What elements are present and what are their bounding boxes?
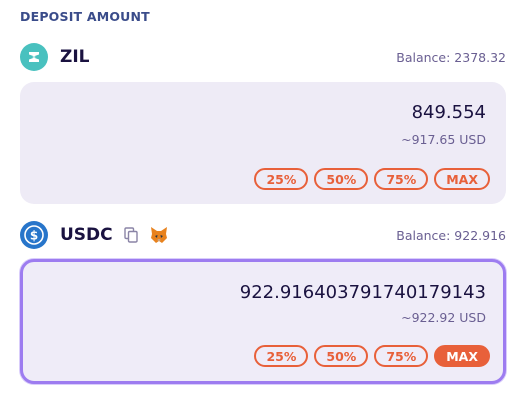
token-b-symbol: USDC	[60, 225, 113, 245]
svg-text:$: $	[30, 229, 38, 243]
token-a-amount-box[interactable]: 849.554 ~917.65 USD 25% 50% 75% MAX	[20, 82, 506, 204]
token-a-75-button[interactable]: 75%	[374, 168, 429, 190]
token-b-max-button[interactable]: MAX	[434, 345, 490, 367]
token-a-percent-buttons: 25% 50% 75% MAX	[254, 168, 490, 190]
token-a-header: ZIL Balance: 2378.32	[20, 42, 506, 72]
token-b-amount-input[interactable]: 922.916403791740179143	[240, 282, 486, 303]
usdc-icon: $	[20, 221, 48, 249]
token-b-50-button[interactable]: 50%	[314, 345, 369, 367]
zil-icon	[20, 43, 48, 71]
token-b-amount-box[interactable]: 922.916403791740179143 ~922.92 USD 25% 5…	[20, 259, 506, 384]
token-a-25-button[interactable]: 25%	[254, 168, 309, 190]
metamask-fox-icon[interactable]	[149, 226, 169, 244]
copy-icon[interactable]	[123, 226, 139, 244]
token-a-amount-input[interactable]: 849.554	[412, 102, 486, 123]
token-b-header: $ USDC Balance: 922.916	[20, 220, 506, 250]
token-b-percent-buttons: 25% 50% 75% MAX	[254, 345, 490, 367]
token-b-75-button[interactable]: 75%	[374, 345, 429, 367]
token-b-25-button[interactable]: 25%	[254, 345, 309, 367]
token-a-max-button[interactable]: MAX	[434, 168, 490, 190]
deposit-amount-title: DEPOSIT AMOUNT	[20, 9, 150, 24]
token-a-50-button[interactable]: 50%	[314, 168, 369, 190]
token-a-balance: Balance: 2378.32	[396, 49, 506, 65]
token-b-balance: Balance: 922.916	[396, 227, 506, 243]
token-a-symbol: ZIL	[60, 47, 90, 67]
token-b-usd-value: ~922.92 USD	[401, 310, 486, 325]
token-a-usd-value: ~917.65 USD	[401, 132, 486, 147]
